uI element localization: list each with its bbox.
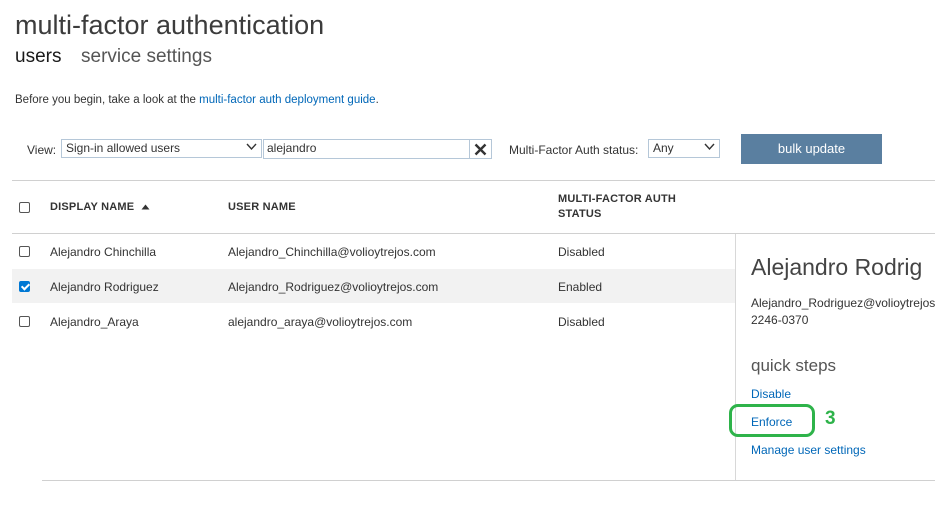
mfa-header-line2: STATUS — [558, 208, 602, 220]
row-status: Disabled — [558, 315, 605, 329]
table-top-divider — [12, 180, 935, 181]
row-checkbox-checked[interactable] — [19, 281, 30, 292]
view-select[interactable]: Sign-in allowed users — [61, 139, 262, 158]
intro-suffix: . — [375, 94, 379, 106]
annotation-step-number: 3 — [825, 408, 836, 429]
mfa-status-label: Multi-Factor Auth status: — [509, 143, 639, 157]
row-display-name: Alejandro_Araya — [50, 315, 139, 329]
row-user-name: Alejandro_Rodriguez@volioytrejos.com — [228, 280, 439, 294]
table-row[interactable]: Alejandro_Araya alejandro_araya@volioytr… — [12, 304, 735, 339]
chevron-down-icon — [704, 142, 715, 154]
table-row[interactable]: Alejandro Chinchilla Alejandro_Chinchill… — [12, 234, 735, 269]
view-label: View: — [27, 143, 57, 157]
tab-users[interactable]: users — [15, 46, 61, 68]
search-input[interactable]: alejandro — [263, 139, 470, 159]
details-phone: 2246-0370 — [751, 313, 809, 327]
row-user-name: alejandro_araya@volioytrejos.com — [228, 315, 413, 329]
disable-link[interactable]: Disable — [751, 387, 791, 401]
details-user-name: Alejandro Rodrig — [751, 254, 923, 280]
table-bottom-divider — [42, 480, 935, 481]
intro-text: Before you begin, take a look at the mul… — [15, 94, 379, 106]
column-header-display-name[interactable]: DISPLAY NAME — [50, 201, 150, 213]
tab-service-settings[interactable]: service settings — [81, 46, 212, 68]
column-header-mfa-status[interactable]: MULTI-FACTOR AUTH STATUS — [558, 193, 676, 220]
quick-steps-heading: quick steps — [751, 356, 837, 375]
details-email: Alejandro_Rodriguez@volioytrejos — [751, 296, 935, 310]
row-checkbox[interactable] — [19, 316, 30, 327]
annotation-highlight-oval — [729, 404, 815, 437]
row-checkbox[interactable] — [19, 246, 30, 257]
select-all-checkbox[interactable] — [19, 202, 30, 213]
row-display-name: Alejandro Chinchilla — [50, 245, 157, 259]
row-status: Disabled — [558, 245, 605, 259]
clear-search-icon[interactable] — [469, 139, 492, 159]
manage-user-settings-link[interactable]: Manage user settings — [751, 443, 866, 457]
user-details-panel: Alejandro Rodrig Alejandro_Rodriguez@vol… — [736, 234, 935, 480]
chevron-down-icon — [246, 142, 257, 154]
intro-prefix: Before you begin, take a look at the — [15, 94, 200, 106]
column-header-user-name[interactable]: USER NAME — [228, 201, 296, 213]
table-row-selected[interactable]: Alejandro Rodriguez Alejandro_Rodriguez@… — [12, 269, 735, 303]
deployment-guide-link[interactable]: multi-factor auth deployment guide — [199, 94, 375, 106]
mfa-status-select[interactable]: Any — [648, 139, 720, 158]
view-select-value: Sign-in allowed users — [66, 141, 181, 155]
mfa-header-line1: MULTI-FACTOR AUTH — [558, 193, 677, 205]
mfa-status-value: Any — [653, 141, 674, 155]
row-display-name: Alejandro Rodriguez — [50, 280, 159, 294]
row-user-name: Alejandro_Chinchilla@volioytrejos.com — [228, 245, 436, 259]
sort-ascending-icon — [141, 201, 150, 213]
page-title: multi-factor authentication — [15, 10, 325, 40]
row-status: Enabled — [558, 280, 603, 294]
display-name-header-label: DISPLAY NAME — [50, 201, 135, 213]
bulk-update-button[interactable]: bulk update — [741, 134, 882, 164]
